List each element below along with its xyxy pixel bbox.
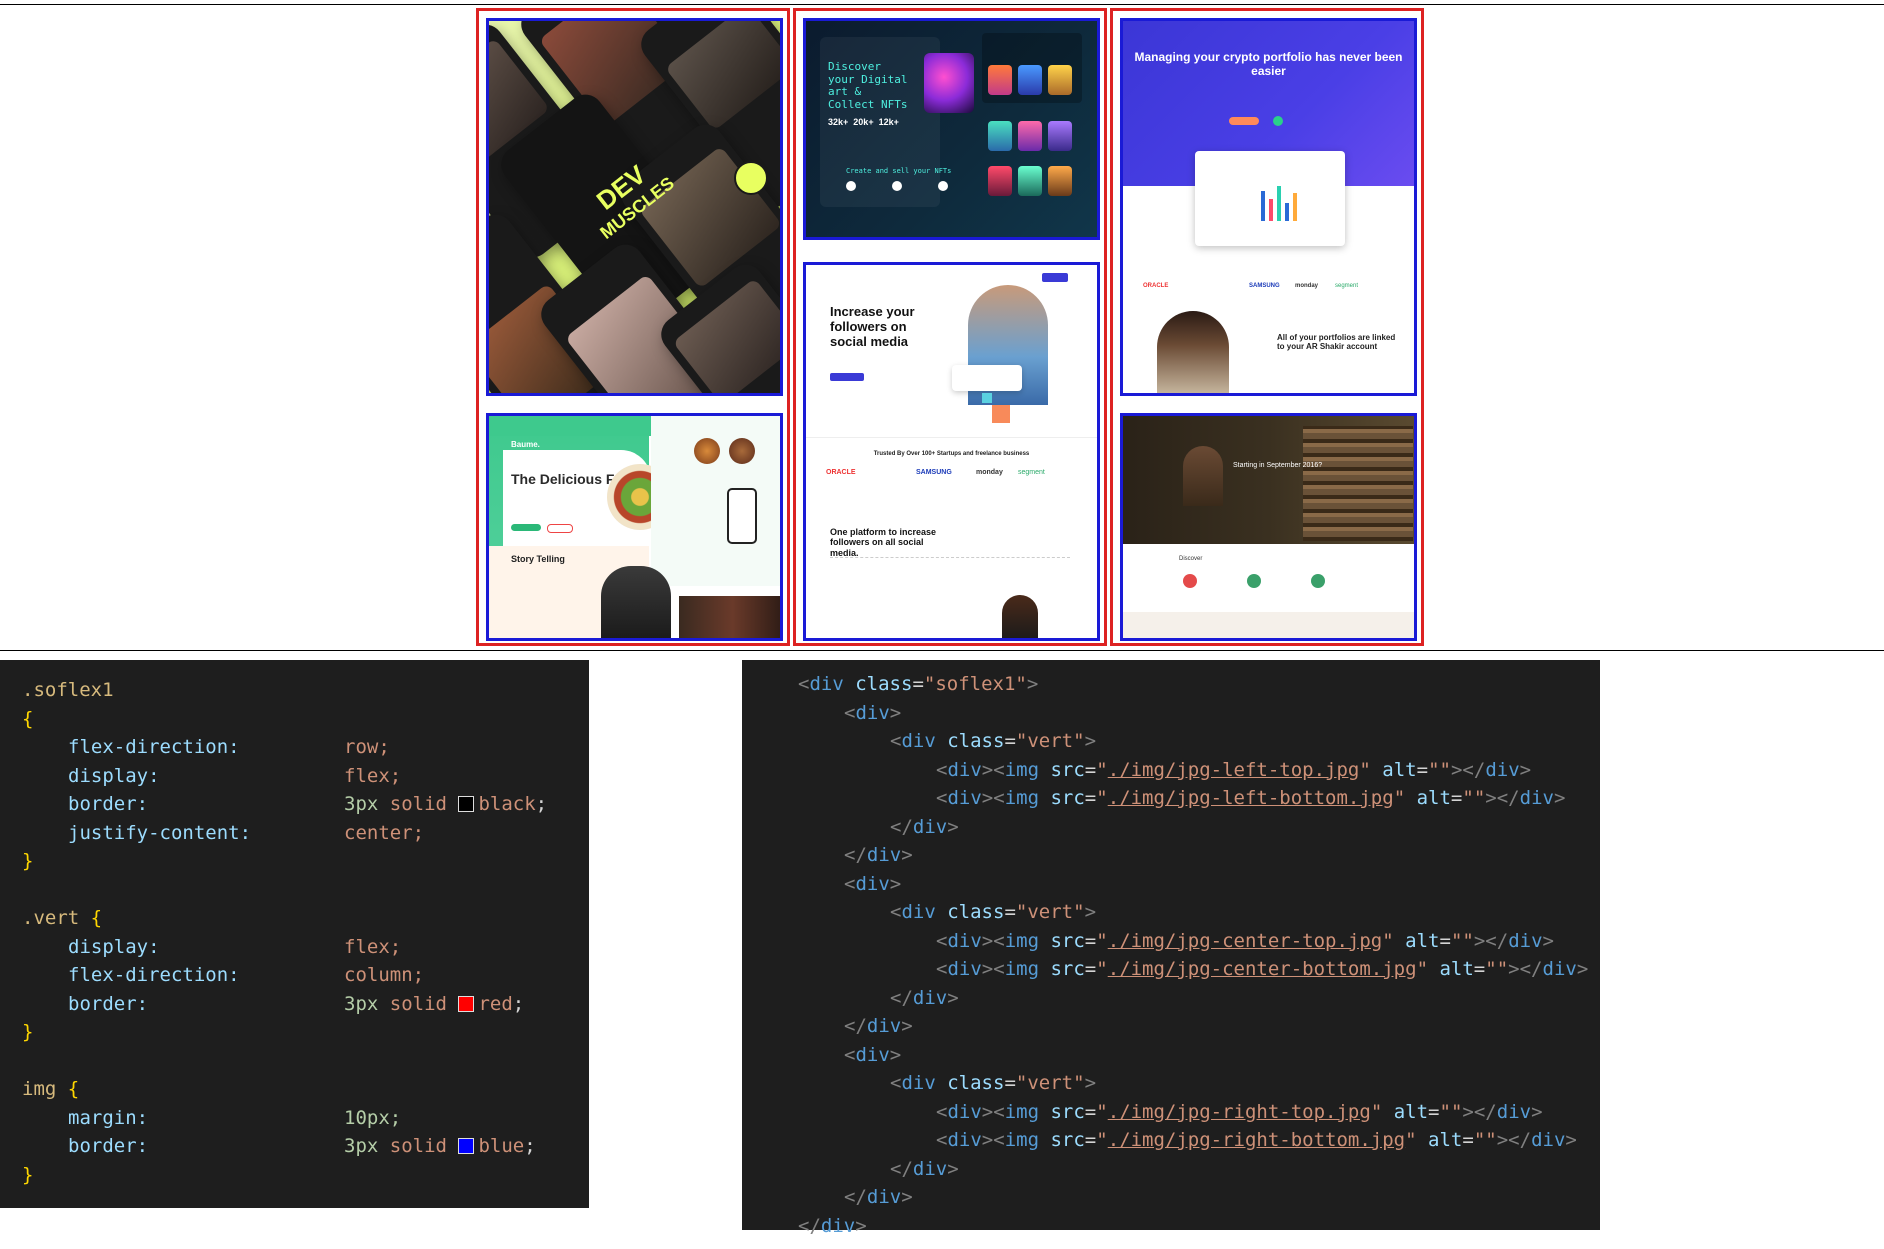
image-center-bottom: Increase your followers on social media …	[803, 262, 1100, 641]
css-selector: .soflex1	[22, 679, 114, 701]
css-property: flex-direction:	[68, 964, 240, 986]
color-swatch	[458, 796, 475, 812]
css-value: 10px;	[344, 1106, 402, 1129]
css-property: flex-direction:	[68, 736, 240, 758]
css-brace: {	[90, 907, 103, 929]
css-value: row;	[344, 736, 390, 758]
nft-heading: Discover your Digital art & Collect NFTs	[828, 60, 908, 111]
css-brace: {	[67, 1078, 80, 1100]
html-code-line: <div><img src="./img/jpg-right-top.jpg" …	[936, 1100, 1543, 1123]
css-selector: .vert	[22, 907, 80, 929]
html-code-line: <div><img src="./img/jpg-center-top.jpg"…	[936, 929, 1554, 952]
color-swatch	[458, 995, 475, 1012]
bottom-divider	[0, 650, 1884, 651]
html-code-line: </div>	[798, 1214, 867, 1237]
css-value: center;	[344, 821, 425, 844]
css-value: column;	[344, 964, 425, 986]
css-line: }	[22, 849, 33, 873]
css-value: 3px solid blue;	[344, 1135, 536, 1157]
css-property: border:	[68, 1135, 149, 1157]
html-code-line: <div class="vert">	[890, 1072, 1097, 1094]
css-property: justify-content:	[68, 821, 252, 844]
html-code-line: </div>	[890, 1157, 959, 1180]
css-value: flex;	[344, 935, 402, 958]
css-line: {	[22, 707, 33, 731]
html-code-line: <div>	[844, 872, 902, 895]
image-right-top: Managing your crypto portfolio has never…	[1120, 18, 1417, 396]
css-property: display:	[68, 935, 160, 958]
css-property: border:	[68, 992, 149, 1015]
css-selector: img	[22, 1078, 57, 1100]
html-code-line: <div class="vert">	[890, 901, 1097, 923]
crypto-heading: Managing your crypto portfolio has never…	[1134, 50, 1403, 78]
html-code-line: <div><img src="./img/jpg-left-bottom.jpg…	[936, 787, 1566, 809]
image-left-bottom: Baume. The Delicious Food House Story Te…	[486, 413, 783, 641]
css-line: }	[22, 1163, 33, 1187]
html-code-line: </div>	[844, 1015, 913, 1037]
vert-column-left: DEV MUSCLES Baume. The Delicious Food Ho…	[476, 8, 790, 646]
html-code-line: </div>	[844, 844, 913, 866]
css-line: .soflex1	[22, 678, 114, 702]
css-value: 3px solid red;	[344, 992, 525, 1015]
vert-column-center: Discover your Digital art & Collect NFTs…	[793, 8, 1107, 646]
html-code-panel: <div class="soflex1"> <div> <div class="ve…	[742, 660, 1600, 1237]
css-property: margin:	[68, 1106, 149, 1129]
social-heading: Increase your followers on social media	[830, 304, 915, 349]
html-code-line: </div>	[890, 986, 959, 1009]
css-line: }	[22, 1020, 33, 1044]
css-code-panel: .soflex1 { flex-direction: row; display: flex…	[0, 660, 589, 1208]
html-code-line: <div><img src="./img/jpg-center-bottom.j…	[936, 958, 1589, 980]
css-value: 3px solid black;	[344, 793, 548, 815]
flex-demo-area: DEV MUSCLES Baume. The Delicious Food Ho…	[0, 0, 1884, 651]
css-brace: }	[22, 1021, 34, 1043]
html-code-line: <div><img src="./img/jpg-right-bottom.jp…	[936, 1129, 1577, 1151]
css-brace: {	[22, 707, 34, 730]
image-right-bottom: Starting in September 2016? Discover	[1120, 413, 1417, 641]
css-line: .vert {	[22, 906, 102, 930]
color-swatch	[458, 1138, 475, 1154]
css-brace: }	[22, 850, 34, 872]
css-value: flex;	[344, 764, 402, 787]
html-code-line: </div>	[890, 815, 959, 838]
css-line: img {	[22, 1077, 79, 1101]
image-left-top: DEV MUSCLES	[486, 18, 783, 396]
html-code-line: <div>	[844, 1043, 902, 1066]
css-property: display:	[68, 764, 160, 787]
html-code-line: <div>	[844, 701, 902, 724]
html-code-line: </div>	[844, 1186, 913, 1208]
top-divider	[0, 4, 1884, 5]
image-center-top: Discover your Digital art & Collect NFTs…	[803, 18, 1100, 240]
css-property: border:	[68, 793, 149, 815]
vert-column-right: Managing your crypto portfolio has never…	[1110, 8, 1424, 646]
html-code-line: <div><img src="./img/jpg-left-top.jpg" a…	[936, 758, 1532, 781]
html-code-line: <div class="vert">	[890, 730, 1097, 752]
css-brace: }	[22, 1163, 34, 1186]
html-code-line: <div class="soflex1">	[798, 673, 1039, 695]
